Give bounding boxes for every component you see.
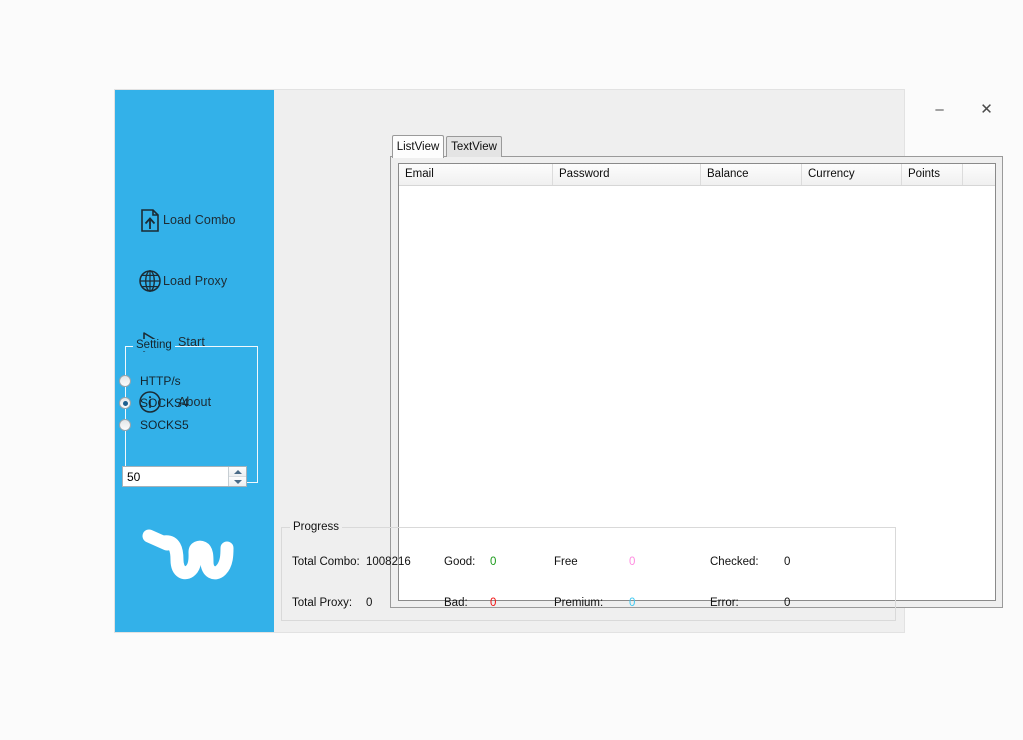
close-icon: ✕ [980, 101, 993, 118]
free-value: 0 [629, 556, 636, 568]
radio-indicator [119, 375, 131, 387]
radio-label: HTTP/s [140, 374, 181, 388]
setting-groupbox [125, 346, 258, 483]
free-label: Free [554, 556, 578, 568]
column-header-points[interactable]: Points [902, 164, 963, 185]
tab-listview[interactable]: ListView [392, 135, 444, 158]
setting-groupbox-legend: Setting [133, 339, 175, 351]
sidebar-item-load-proxy[interactable]: Load Proxy [115, 256, 274, 306]
tab-textview[interactable]: TextView [446, 136, 502, 157]
premium-value: 0 [629, 597, 636, 609]
radio-indicator [119, 419, 131, 431]
stepper-down-button[interactable] [229, 476, 246, 486]
main-content: – ✕ ListView TextView Email Password Bal… [274, 90, 1003, 632]
radio-label: SOCKS4 [140, 396, 189, 410]
listview-header-row: Email Password Balance Currency Points [399, 164, 995, 186]
sidebar-item-label: Load Proxy [163, 274, 228, 288]
radio-label: SOCKS5 [140, 418, 189, 432]
good-label: Good: [444, 556, 476, 568]
radio-indicator-selected [119, 397, 131, 409]
bad-label: Bad: [444, 597, 468, 609]
total-combo-value: 1008216 [366, 556, 411, 568]
sidebar-item-load-combo[interactable]: Load Combo [115, 195, 274, 245]
column-header-password[interactable]: Password [553, 164, 701, 185]
checked-value: 0 [784, 556, 791, 568]
checked-label: Checked: [710, 556, 759, 568]
total-proxy-value: 0 [366, 597, 373, 609]
column-header-currency[interactable]: Currency [802, 164, 902, 185]
thread-count-stepper[interactable] [122, 466, 247, 487]
radio-socks5[interactable]: SOCKS5 [119, 417, 189, 433]
sidebar-item-label: Load Combo [163, 213, 236, 227]
good-value: 0 [490, 556, 497, 568]
minimize-icon: – [935, 101, 944, 118]
total-combo-label: Total Combo: [292, 556, 360, 568]
progress-groupbox-legend: Progress [290, 521, 343, 533]
chevron-down-icon [233, 479, 242, 484]
stepper-buttons [228, 467, 246, 486]
wish-logo [141, 524, 247, 594]
application-window: Load Combo Load Proxy Start About Settin… [115, 90, 1003, 632]
error-value: 0 [784, 597, 791, 609]
radio-socks4[interactable]: SOCKS4 [119, 395, 189, 411]
error-label: Error: [710, 597, 739, 609]
sidebar: Load Combo Load Proxy Start About Settin… [115, 90, 274, 632]
column-header-balance[interactable]: Balance [701, 164, 802, 185]
bad-value: 0 [490, 597, 497, 609]
column-header-extra[interactable] [963, 164, 995, 185]
globe-icon [135, 266, 165, 296]
file-upload-icon [135, 205, 165, 235]
thread-count-input[interactable] [123, 467, 228, 486]
minimize-button[interactable]: – [917, 95, 962, 124]
close-button[interactable]: ✕ [964, 95, 1009, 124]
stepper-up-button[interactable] [229, 467, 246, 476]
column-header-email[interactable]: Email [399, 164, 553, 185]
total-proxy-label: Total Proxy: [292, 597, 353, 609]
radio-http-s[interactable]: HTTP/s [119, 373, 181, 389]
chevron-up-icon [233, 469, 242, 474]
premium-label: Premium: [554, 597, 604, 609]
